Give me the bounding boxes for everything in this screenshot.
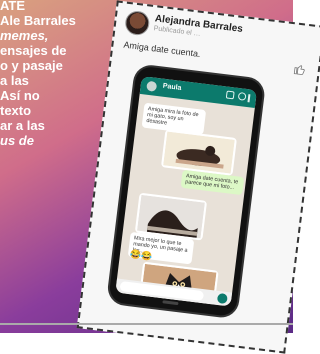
article-line: us de xyxy=(0,133,34,148)
article-line: a las xyxy=(0,73,29,88)
contact-avatar xyxy=(146,80,158,92)
phone-mockup: Paula Amiga mira la foto de mi gato, soy… xyxy=(108,65,265,318)
home-indicator xyxy=(162,300,179,306)
article-line: memes, xyxy=(0,28,49,43)
thumbs-up-icon[interactable] xyxy=(293,63,306,76)
send-icon[interactable] xyxy=(216,292,228,305)
laughing-emoji-icon: 😂😂 xyxy=(129,248,153,262)
article-snippet: ATE Ale Barrales memes, ensajes de o y p… xyxy=(0,0,100,210)
whatsapp-screen: Paula Amiga mira la foto de mi gato, soy… xyxy=(115,76,257,307)
photo-thumbnail xyxy=(163,131,235,174)
article-line: ar a las xyxy=(0,118,45,133)
divider xyxy=(0,323,293,325)
more-options-icon[interactable] xyxy=(247,94,251,103)
post-text: Amiga date cuenta. xyxy=(122,39,202,59)
post-frame: Alejandra Barrales Publicado el … Amiga … xyxy=(76,0,320,354)
article-line: ATE xyxy=(0,0,26,13)
social-post-card: Alejandra Barrales Publicado el … Amiga … xyxy=(76,0,320,354)
image-message[interactable] xyxy=(160,129,238,176)
chat-message: Amiga date cuenta, te parece que mi foto… xyxy=(180,169,245,196)
article-line: texto xyxy=(0,103,32,118)
contact-name[interactable]: Paula xyxy=(162,83,181,92)
article-line: Así no xyxy=(0,88,40,103)
voice-call-icon[interactable] xyxy=(237,91,247,101)
avatar xyxy=(123,9,151,37)
article-line: o y pasaje xyxy=(0,58,63,73)
video-call-icon[interactable] xyxy=(225,90,235,100)
photo-thumbnail xyxy=(136,194,205,239)
article-line: Ale Barrales xyxy=(0,13,76,28)
article-line: ensajes de xyxy=(0,43,67,58)
